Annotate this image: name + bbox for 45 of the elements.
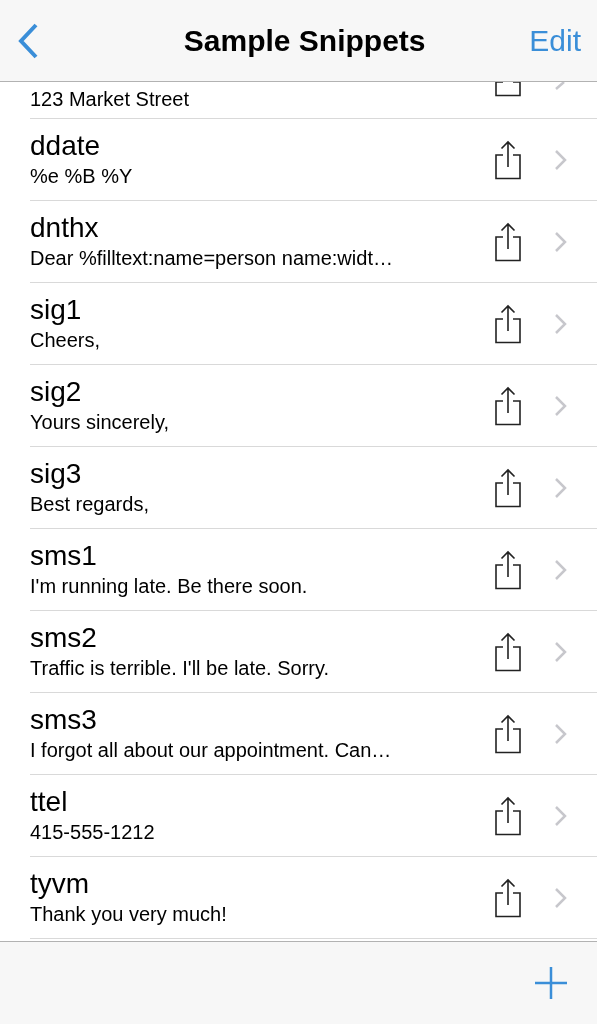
share-icon[interactable] xyxy=(493,303,523,344)
snippet-row[interactable]: sms2 Traffic is terrible. I'll be late. Sorry. xyxy=(30,611,597,693)
snippet-row[interactable]: sms1 I'm running late. Be there soon. xyxy=(30,529,597,611)
snippet-text: %e %B %Y xyxy=(30,163,134,189)
share-icon[interactable] xyxy=(493,549,523,590)
snippet-abbreviation: tyvm xyxy=(30,866,91,901)
snippet-abbreviation: sms3 xyxy=(30,702,98,737)
share-icon[interactable] xyxy=(493,82,523,97)
snippet-row[interactable]: sig3 Best regards, xyxy=(30,447,597,529)
snippet-row[interactable]: ttel 415-555-1212 xyxy=(30,775,597,857)
snippet-row[interactable]: ddate %e %B %Y xyxy=(30,119,597,201)
snippet-abbreviation: sig1 xyxy=(30,292,83,327)
snippet-text: Dear %filltext:name=person name:widt… xyxy=(30,245,394,271)
snippet-text: Best regards, xyxy=(30,491,150,517)
share-icon[interactable] xyxy=(493,713,523,754)
snippet-row[interactable]: sms3 I forgot all about our appointment. Can… xyxy=(30,693,597,775)
snippet-text: Traffic is terrible. I'll be late. Sorry. xyxy=(30,655,331,681)
share-icon[interactable] xyxy=(493,221,523,262)
screen-title: Sample Snippets xyxy=(183,23,426,59)
snippet-abbreviation: sig2 xyxy=(30,374,83,409)
share-icon[interactable] xyxy=(493,877,523,918)
add-button[interactable] xyxy=(534,966,568,1000)
snippet-row[interactable]: sig2 Yours sincerely, xyxy=(30,365,597,447)
share-icon[interactable] xyxy=(493,467,523,508)
snippet-abbreviation: sms2 xyxy=(30,620,98,655)
snippet-abbreviation: sms1 xyxy=(30,538,98,573)
snippet-text: 415-555-1212 xyxy=(30,819,156,845)
snippet-abbreviation: dnthx xyxy=(30,210,100,245)
snippet-text: 123 Market Street xyxy=(30,87,190,112)
share-icon[interactable] xyxy=(493,139,523,180)
snippet-abbreviation: sig3 xyxy=(30,456,83,491)
share-icon[interactable] xyxy=(493,795,523,836)
snippet-row[interactable]: sig1 Cheers, xyxy=(30,283,597,365)
snippet-row[interactable]: 123 Market Street xyxy=(30,82,597,119)
snippet-text: I'm running late. Be there soon. xyxy=(30,573,309,599)
share-icon[interactable] xyxy=(493,385,523,426)
share-icon[interactable] xyxy=(493,631,523,672)
snippet-text: Cheers, xyxy=(30,327,102,353)
snippet-text: I forgot all about our appointment. Can… xyxy=(30,737,393,763)
snippet-abbreviation: ttel xyxy=(30,784,69,819)
snippet-row[interactable]: dnthx Dear %filltext:name=person name:widt… xyxy=(30,201,597,283)
snippet-row[interactable]: tyvm Thank you very much! xyxy=(30,857,597,939)
snippet-abbreviation: ddate xyxy=(30,128,102,163)
snippet-text: Yours sincerely, xyxy=(30,409,170,435)
snippet-text: Thank you very much! xyxy=(30,901,228,927)
